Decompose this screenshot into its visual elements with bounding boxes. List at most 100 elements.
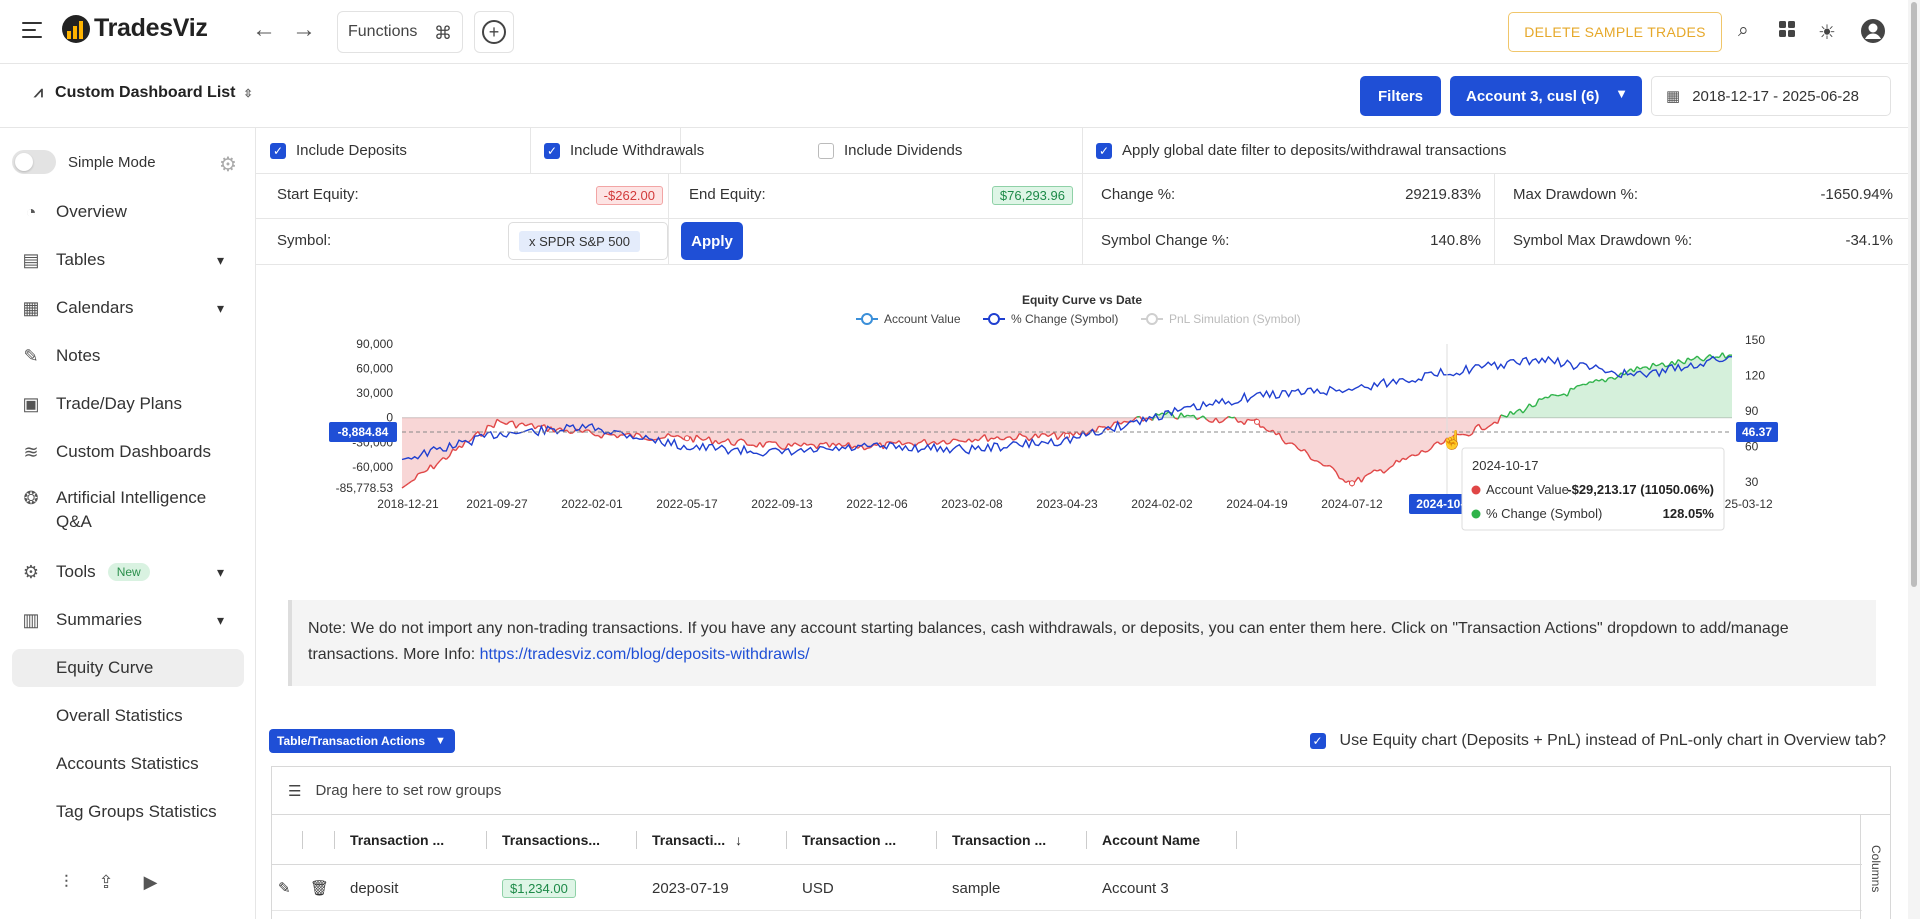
y-left-tick-label: 60,000	[356, 362, 393, 376]
sidebar-item-trade-day-plans[interactable]: ▣ Trade/Day Plans	[20, 384, 236, 424]
column-separator[interactable]	[334, 831, 335, 849]
settings-gear-icon[interactable]: ⚙	[219, 152, 237, 177]
column-header-transaction-note[interactable]: Transaction ...	[938, 815, 1046, 865]
y-left-tick-label: 30,000	[356, 386, 393, 400]
symbol-input[interactable]: x SPDR S&P 500	[508, 222, 668, 260]
search-icon[interactable]: ⌕	[1738, 20, 1749, 42]
legend-marker	[988, 313, 1000, 325]
theme-sun-icon[interactable]: ☀	[1818, 20, 1836, 45]
max-drawdown-value: -1650.94%	[1820, 186, 1893, 203]
y-left-tick-label: -60,000	[352, 460, 393, 474]
column-header-transactions-amount[interactable]: Transactions...	[488, 815, 600, 865]
simple-mode-toggle[interactable]: Simple Mode	[12, 150, 156, 174]
column-separator[interactable]	[936, 831, 937, 849]
page-scrollbar[interactable]	[1908, 0, 1920, 919]
apply-button[interactable]: Apply	[681, 222, 743, 260]
share-icon[interactable]: ⇪	[99, 872, 114, 893]
account-select-button[interactable]: Account 3, cusl (6) ▼	[1450, 76, 1642, 116]
main-content: ✓ Include Deposits ✓ Include Withdrawals…	[256, 128, 1908, 919]
start-equity-label: Start Equity:	[277, 186, 359, 203]
chart-svg[interactable]: Equity Curve vs Date Account Value % Chang…	[256, 280, 1908, 580]
apply-global-date-filter-checkbox[interactable]: ✓ Apply global date filter to deposits/w…	[1096, 142, 1506, 159]
column-header-transaction-type[interactable]: Transaction ...	[336, 815, 444, 865]
new-badge: New	[107, 563, 150, 581]
simple-mode-label: Simple Mode	[68, 153, 156, 171]
add-button[interactable]: +	[474, 11, 514, 53]
custom-dashboard-list-selector[interactable]: ⩘ Custom Dashboard List ⇳	[34, 84, 253, 102]
table-transaction-actions-dropdown[interactable]: Table/Transaction Actions ▼	[269, 729, 455, 753]
user-avatar-icon[interactable]	[1860, 18, 1886, 50]
sidebar-subitem-overall-statistics[interactable]: Overall Statistics	[12, 697, 244, 735]
toggle-switch[interactable]	[12, 150, 56, 174]
forward-arrow-icon[interactable]: →	[292, 17, 316, 43]
dashboard-list-label: Custom Dashboard List	[55, 84, 236, 101]
amount-pill: $1,234.00	[502, 878, 576, 898]
functions-button[interactable]: Functions ⌘	[337, 11, 463, 53]
account-value-point	[684, 435, 690, 442]
chart-title: Equity Curve vs Date	[1022, 293, 1142, 307]
sliders-icon[interactable]: ⫶	[64, 872, 69, 893]
sort-down-icon: ↓	[735, 832, 743, 848]
column-separator[interactable]	[302, 831, 303, 849]
columns-side-label: Columns	[1869, 845, 1883, 893]
tooltip-date: 2024-10-17	[1472, 458, 1539, 473]
sidebar-item-ai-qa[interactable]: ❂ Artificial Intelligence Q&A	[20, 486, 236, 538]
sidebar-item-custom-dashboards[interactable]: ≋ Custom Dashboards	[20, 432, 236, 472]
end-equity-pill: $76,293.96	[991, 186, 1073, 205]
sidebar-item-summaries[interactable]: ▥ Summaries ▾	[20, 600, 236, 640]
sidebar-item-tables[interactable]: ▤ Tables ▾	[20, 240, 236, 280]
symbol-chip[interactable]: x SPDR S&P 500	[519, 230, 640, 252]
symbol-max-drawdown-value: -34.1%	[1845, 232, 1893, 249]
account-value-segment	[1123, 420, 1128, 423]
column-separator[interactable]	[1086, 831, 1087, 849]
use-equity-chart-checkbox[interactable]: ✓ Use Equity chart (Deposits + PnL) inst…	[1309, 732, 1886, 750]
column-separator[interactable]	[1236, 831, 1237, 849]
account-value-segment	[702, 438, 707, 441]
column-separator[interactable]	[636, 831, 637, 849]
column-header-transaction-date[interactable]: Transacti... ↓	[638, 815, 742, 865]
sidebar-subitem-equity-curve[interactable]: Equity Curve	[12, 649, 244, 687]
account-value-segment	[892, 441, 897, 444]
equity-curve-chart[interactable]: Equity Curve vs Date Account Value % Chang…	[256, 280, 1908, 580]
scrollbar-thumb[interactable]	[1911, 2, 1917, 587]
more-info-link[interactable]: https://tradesviz.com/blog/deposits-with…	[480, 646, 810, 663]
include-dividends-checkbox[interactable]: Include Dividends	[818, 142, 962, 159]
date-range-picker[interactable]: ▦ 2018-12-17 - 2025-06-28	[1651, 76, 1891, 116]
sidebar-subitem-tag-groups-statistics[interactable]: Tag Groups Statistics	[12, 793, 244, 831]
tooltip-row-value: 128.05%	[1663, 506, 1715, 521]
table-row[interactable]: ✎ 🗑 deposit $1,234.00 2023-07-19 USD sam…	[272, 865, 1862, 911]
sidebar-item-notes[interactable]: ✎ Notes	[20, 336, 236, 376]
sidebar-item-calendars[interactable]: ▦ Calendars ▾	[20, 288, 236, 328]
edit-icon[interactable]: ✎	[278, 865, 291, 911]
delete-sample-trades-button[interactable]: DELETE SAMPLE TRADES	[1508, 12, 1722, 52]
app-logo[interactable]: TradesViz	[62, 14, 208, 43]
column-header-account-name[interactable]: Account Name	[1088, 815, 1200, 865]
account-value-segment	[765, 440, 770, 444]
account-value-segment	[1557, 394, 1562, 397]
change-pct-value: 29219.83%	[1405, 186, 1481, 203]
column-separator[interactable]	[486, 831, 487, 849]
sidebar-item-tools[interactable]: ⚙ Tools New ▾	[20, 552, 236, 592]
columns-side-panel[interactable]: Columns	[1860, 815, 1890, 919]
x-tick-label: 2023-04-23	[1036, 497, 1098, 511]
legend-entry: PnL Simulation (Symbol)	[1169, 312, 1301, 326]
youtube-icon[interactable]: ▶	[144, 872, 158, 893]
back-arrow-icon[interactable]: ←	[252, 17, 276, 43]
check-icon: ✓	[1309, 733, 1326, 749]
account-value-segment	[1589, 381, 1593, 384]
row-group-drop-zone[interactable]: ☰ Drag here to set row groups	[272, 767, 1890, 815]
sidebar-item-label: Overview	[56, 202, 127, 221]
apply-global-label: Apply global date filter to deposits/wit…	[1122, 142, 1507, 159]
y-right-tick-label: 90	[1745, 404, 1759, 418]
account-value-point	[1254, 418, 1260, 425]
include-withdrawals-checkbox[interactable]: ✓ Include Withdrawals	[544, 142, 704, 159]
include-deposits-checkbox[interactable]: ✓ Include Deposits	[270, 142, 407, 159]
trash-icon[interactable]: 🗑	[310, 865, 329, 911]
apps-grid-icon[interactable]	[1778, 20, 1796, 44]
sidebar-item-overview[interactable]: ◔ Overview	[20, 192, 236, 232]
column-header-transaction-currency[interactable]: Transaction ...	[788, 815, 896, 865]
sidebar-subitem-accounts-statistics[interactable]: Accounts Statistics	[12, 745, 244, 783]
column-separator[interactable]	[786, 831, 787, 849]
filters-button[interactable]: Filters	[1360, 76, 1441, 116]
menu-icon[interactable]	[22, 22, 42, 38]
